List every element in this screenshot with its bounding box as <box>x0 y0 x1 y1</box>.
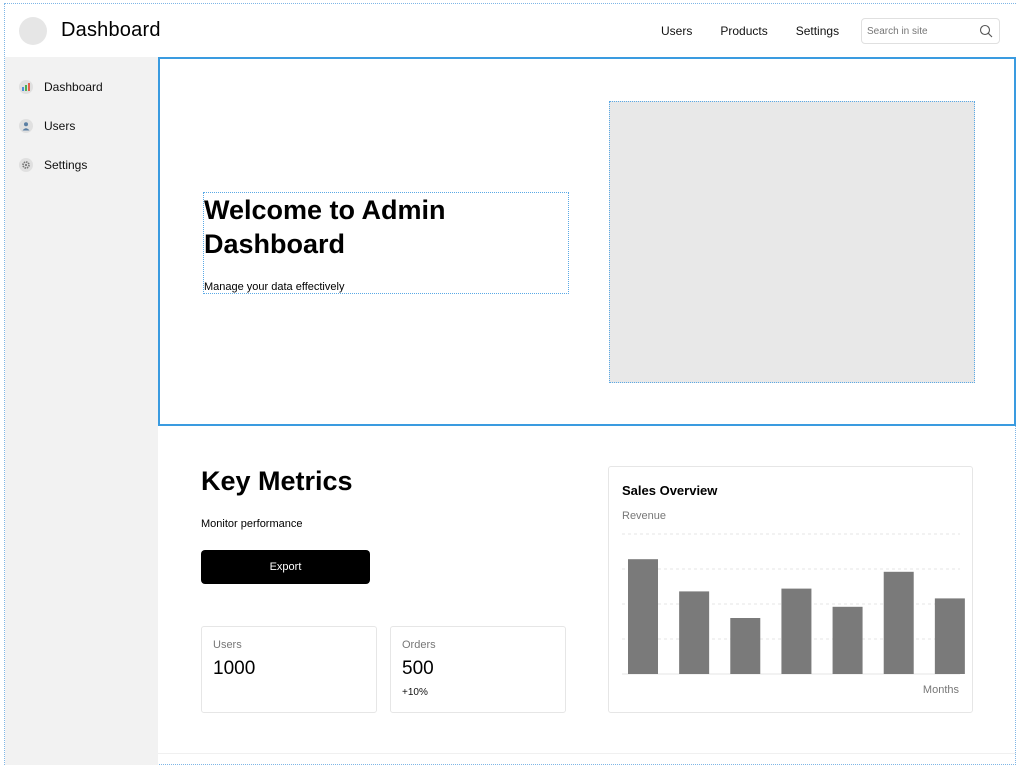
metric-card-users: Users 1000 <box>201 626 377 713</box>
hero-subtitle: Manage your data effectively <box>204 281 345 293</box>
hero-text-block: Welcome to Admin Dashboard Manage your d… <box>203 192 569 294</box>
metric-card-orders: Orders 500 +10% <box>390 626 566 713</box>
metric-card-label: Users <box>213 639 242 651</box>
sales-bar-chart <box>622 533 965 675</box>
gear-icon <box>19 158 33 172</box>
sales-chart-card: Sales Overview Revenue Months <box>608 466 973 713</box>
section-divider <box>158 753 1016 754</box>
chart-bar[interactable] <box>781 588 812 674</box>
metric-card-change: +10% <box>402 687 428 698</box>
chart-x-axis-label: Months <box>922 684 959 696</box>
sidebar-item-settings[interactable]: Settings <box>19 158 87 172</box>
bar-chart-icon <box>19 80 33 94</box>
hero-image-placeholder <box>609 101 975 383</box>
sidebar-item-dashboard[interactable]: Dashboard <box>19 80 103 94</box>
logo-avatar[interactable] <box>19 16 47 45</box>
metric-card-value: 1000 <box>213 658 256 679</box>
chart-title: Sales Overview <box>622 483 718 498</box>
nav-link-users[interactable]: Users <box>661 24 692 38</box>
sidebar: Dashboard Users Settings <box>5 57 158 765</box>
sidebar-item-users[interactable]: Users <box>19 119 75 133</box>
hero-section: Welcome to Admin Dashboard Manage your d… <box>158 57 1016 426</box>
metrics-title: Key Metrics <box>201 466 353 496</box>
chart-bar[interactable] <box>628 559 658 674</box>
nav-link-settings[interactable]: Settings <box>796 24 839 38</box>
export-button[interactable]: Export <box>201 550 370 584</box>
top-header: Dashboard Users Products Settings <box>5 4 1016 57</box>
search-box <box>861 18 1000 44</box>
top-nav: Users Products Settings <box>661 4 867 57</box>
metrics-subtitle: Monitor performance <box>201 518 303 530</box>
search-input[interactable] <box>867 25 977 37</box>
nav-link-products[interactable]: Products <box>720 24 767 38</box>
search-icon[interactable] <box>979 24 993 38</box>
metric-card-value: 500 <box>402 658 434 679</box>
metric-card-label: Orders <box>402 639 436 651</box>
user-icon <box>19 119 33 133</box>
sidebar-item-label: Dashboard <box>44 80 103 94</box>
chart-bar[interactable] <box>679 591 710 674</box>
chart-bar[interactable] <box>934 598 965 674</box>
hero-title: Welcome to Admin Dashboard <box>204 195 446 259</box>
sidebar-item-label: Settings <box>44 158 88 172</box>
app-title: Dashboard <box>61 19 161 41</box>
chart-y-axis-label: Revenue <box>622 510 667 522</box>
chart-bar[interactable] <box>883 571 914 674</box>
chart-bar[interactable] <box>832 606 863 674</box>
sidebar-item-label: Users <box>44 119 76 133</box>
chart-bar[interactable] <box>730 618 761 674</box>
